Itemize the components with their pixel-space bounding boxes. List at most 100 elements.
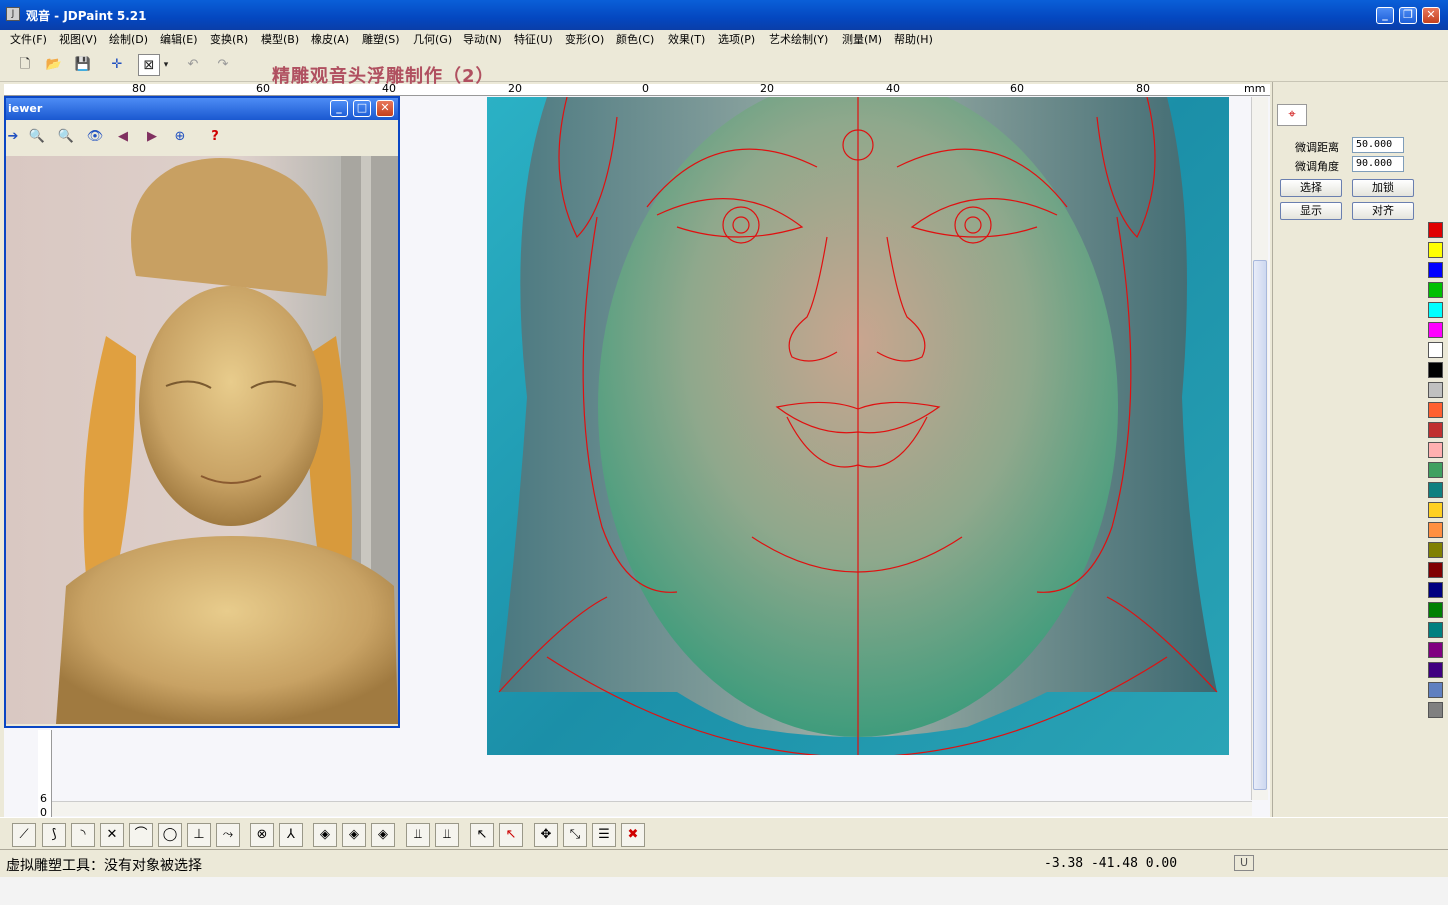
vertical-scrollbar[interactable] bbox=[1251, 97, 1268, 800]
menu-file[interactable]: 文件(F) bbox=[10, 31, 47, 47]
zoom-out-icon[interactable]: 🔍 bbox=[55, 126, 77, 148]
delete-icon[interactable]: ✖ bbox=[621, 823, 645, 847]
pick-delete-icon[interactable]: ↖ bbox=[499, 823, 523, 847]
color-swatch[interactable] bbox=[1428, 602, 1443, 618]
menu-effect[interactable]: 效果(T) bbox=[668, 31, 705, 47]
color-swatch[interactable] bbox=[1428, 482, 1443, 498]
color-swatch[interactable] bbox=[1428, 682, 1443, 698]
show-button[interactable]: 显示 bbox=[1280, 202, 1342, 220]
dropdown-arrow-icon[interactable]: ▾ bbox=[160, 54, 172, 76]
lock-button[interactable]: 加锁 bbox=[1352, 179, 1414, 197]
menu-options[interactable]: 选项(P) bbox=[718, 31, 755, 47]
color-swatch[interactable] bbox=[1428, 582, 1443, 598]
color-swatch[interactable] bbox=[1428, 382, 1443, 398]
color-swatch[interactable] bbox=[1428, 262, 1443, 278]
undo-icon[interactable]: ↶ bbox=[182, 54, 204, 76]
new-file-icon[interactable]: 🗋 bbox=[14, 54, 36, 76]
minimize-button[interactable]: _ bbox=[1376, 7, 1394, 24]
menu-geometry[interactable]: 几何(G) bbox=[413, 31, 452, 47]
view-box-icon[interactable]: ⊠ bbox=[138, 54, 160, 76]
prev-icon[interactable]: ◀ bbox=[112, 126, 134, 148]
menu-feature[interactable]: 特征(U) bbox=[514, 31, 553, 47]
distance-input[interactable]: 50.000 bbox=[1352, 137, 1404, 153]
align-button[interactable]: 对齐 bbox=[1352, 202, 1414, 220]
color-swatch[interactable] bbox=[1428, 662, 1443, 678]
color-swatch[interactable] bbox=[1428, 702, 1443, 718]
fillet-tool-icon[interactable]: ⌒ bbox=[129, 823, 153, 847]
help-icon[interactable]: ? bbox=[204, 126, 226, 148]
vertical-scroll-thumb[interactable] bbox=[1253, 260, 1267, 790]
node-tool-icon[interactable]: ⊗ bbox=[250, 823, 274, 847]
color-swatch[interactable] bbox=[1428, 542, 1443, 558]
viewer-close-button[interactable]: ✕ bbox=[376, 100, 394, 117]
color-swatch[interactable] bbox=[1428, 462, 1443, 478]
menu-view[interactable]: 视图(V) bbox=[59, 31, 97, 47]
color-swatch[interactable] bbox=[1428, 362, 1443, 378]
scale-tool-icon[interactable]: ⤡ bbox=[563, 823, 587, 847]
redo-icon[interactable]: ↷ bbox=[212, 54, 234, 76]
color-swatch[interactable] bbox=[1428, 402, 1443, 418]
move-tool-icon[interactable]: ✥ bbox=[534, 823, 558, 847]
split-tool-icon[interactable]: ⅄ bbox=[279, 823, 303, 847]
crosshair-icon[interactable]: ✛ bbox=[106, 54, 128, 76]
viewer-title-bar[interactable]: iewer _ □ ✕ bbox=[6, 98, 398, 120]
arrow-right-icon[interactable]: ➔ bbox=[2, 126, 24, 148]
angle-input[interactable]: 90.000 bbox=[1352, 156, 1404, 172]
menu-model[interactable]: 模型(B) bbox=[261, 31, 299, 47]
app-icon[interactable]: J bbox=[6, 7, 20, 21]
array-tool-icon[interactable]: ◈ bbox=[371, 823, 395, 847]
color-swatch[interactable] bbox=[1428, 422, 1443, 438]
image-viewer-window[interactable]: iewer _ □ ✕ ➔ 🔍 🔍 👁 ◀ ▶ ⊕ ? bbox=[4, 96, 400, 728]
open-folder-icon[interactable]: 📂 bbox=[43, 54, 65, 76]
viewer-minimize-button[interactable]: _ bbox=[330, 100, 348, 117]
maximize-button[interactable]: ❐ bbox=[1399, 7, 1417, 24]
color-swatch[interactable] bbox=[1428, 242, 1443, 258]
color-swatch[interactable] bbox=[1428, 302, 1443, 318]
menu-color[interactable]: 颜色(C) bbox=[616, 31, 654, 47]
circle-tool-icon[interactable]: ◯ bbox=[158, 823, 182, 847]
menu-art-draw[interactable]: 艺术绘制(Y) bbox=[769, 31, 828, 47]
panel-tab-icon[interactable]: ⌖ bbox=[1277, 104, 1307, 126]
menu-transform[interactable]: 变换(R) bbox=[210, 31, 248, 47]
color-swatch[interactable] bbox=[1428, 342, 1443, 358]
color-swatch[interactable] bbox=[1428, 442, 1443, 458]
select-button[interactable]: 选择 bbox=[1280, 179, 1342, 197]
color-swatch[interactable] bbox=[1428, 322, 1443, 338]
distribute-icon[interactable]: ⫫ bbox=[435, 823, 459, 847]
viewer-maximize-button[interactable]: □ bbox=[353, 100, 371, 117]
line-tool-icon[interactable]: ⟋ bbox=[12, 823, 36, 847]
horizontal-scrollbar[interactable] bbox=[52, 801, 1252, 816]
close-button[interactable]: ✕ bbox=[1422, 7, 1440, 24]
eye-icon[interactable]: 👁 bbox=[84, 126, 106, 148]
relief-model-view[interactable] bbox=[487, 97, 1229, 755]
menu-guide[interactable]: 导动(N) bbox=[463, 31, 502, 47]
menu-sculpt[interactable]: 雕塑(S) bbox=[362, 31, 400, 47]
trim-tool-icon[interactable]: ✕ bbox=[100, 823, 124, 847]
color-swatch[interactable] bbox=[1428, 282, 1443, 298]
menu-eraser[interactable]: 橡皮(A) bbox=[311, 31, 349, 47]
zoom-in-icon[interactable]: 🔍 bbox=[26, 126, 48, 148]
save-icon[interactable]: 💾 bbox=[72, 54, 94, 76]
next-icon[interactable]: ▶ bbox=[141, 126, 163, 148]
tangent-tool-icon[interactable]: ⤳ bbox=[216, 823, 240, 847]
menu-deform[interactable]: 变形(O) bbox=[565, 31, 604, 47]
pick-tool-icon[interactable]: ↖ bbox=[470, 823, 494, 847]
polyline-tool-icon[interactable]: ⟆ bbox=[42, 823, 66, 847]
mirror-tool-icon[interactable]: ◈ bbox=[342, 823, 366, 847]
perpendicular-tool-icon[interactable]: ⊥ bbox=[187, 823, 211, 847]
rotate-tool-icon[interactable]: ◈ bbox=[313, 823, 337, 847]
color-swatch[interactable] bbox=[1428, 222, 1443, 238]
arc-tool-icon[interactable]: ◝ bbox=[71, 823, 95, 847]
menu-help[interactable]: 帮助(H) bbox=[894, 31, 933, 47]
color-swatch[interactable] bbox=[1428, 522, 1443, 538]
align-bottom-icon[interactable]: ⫫ bbox=[406, 823, 430, 847]
menu-draw[interactable]: 绘制(D) bbox=[109, 31, 148, 47]
color-swatch[interactable] bbox=[1428, 502, 1443, 518]
color-swatch[interactable] bbox=[1428, 622, 1443, 638]
zoom-fit-icon[interactable]: ⊕ bbox=[169, 126, 191, 148]
menu-measure[interactable]: 测量(M) bbox=[842, 31, 882, 47]
color-swatch[interactable] bbox=[1428, 562, 1443, 578]
color-swatch[interactable] bbox=[1428, 642, 1443, 658]
list-tool-icon[interactable]: ☰ bbox=[592, 823, 616, 847]
menu-edit[interactable]: 编辑(E) bbox=[160, 31, 198, 47]
